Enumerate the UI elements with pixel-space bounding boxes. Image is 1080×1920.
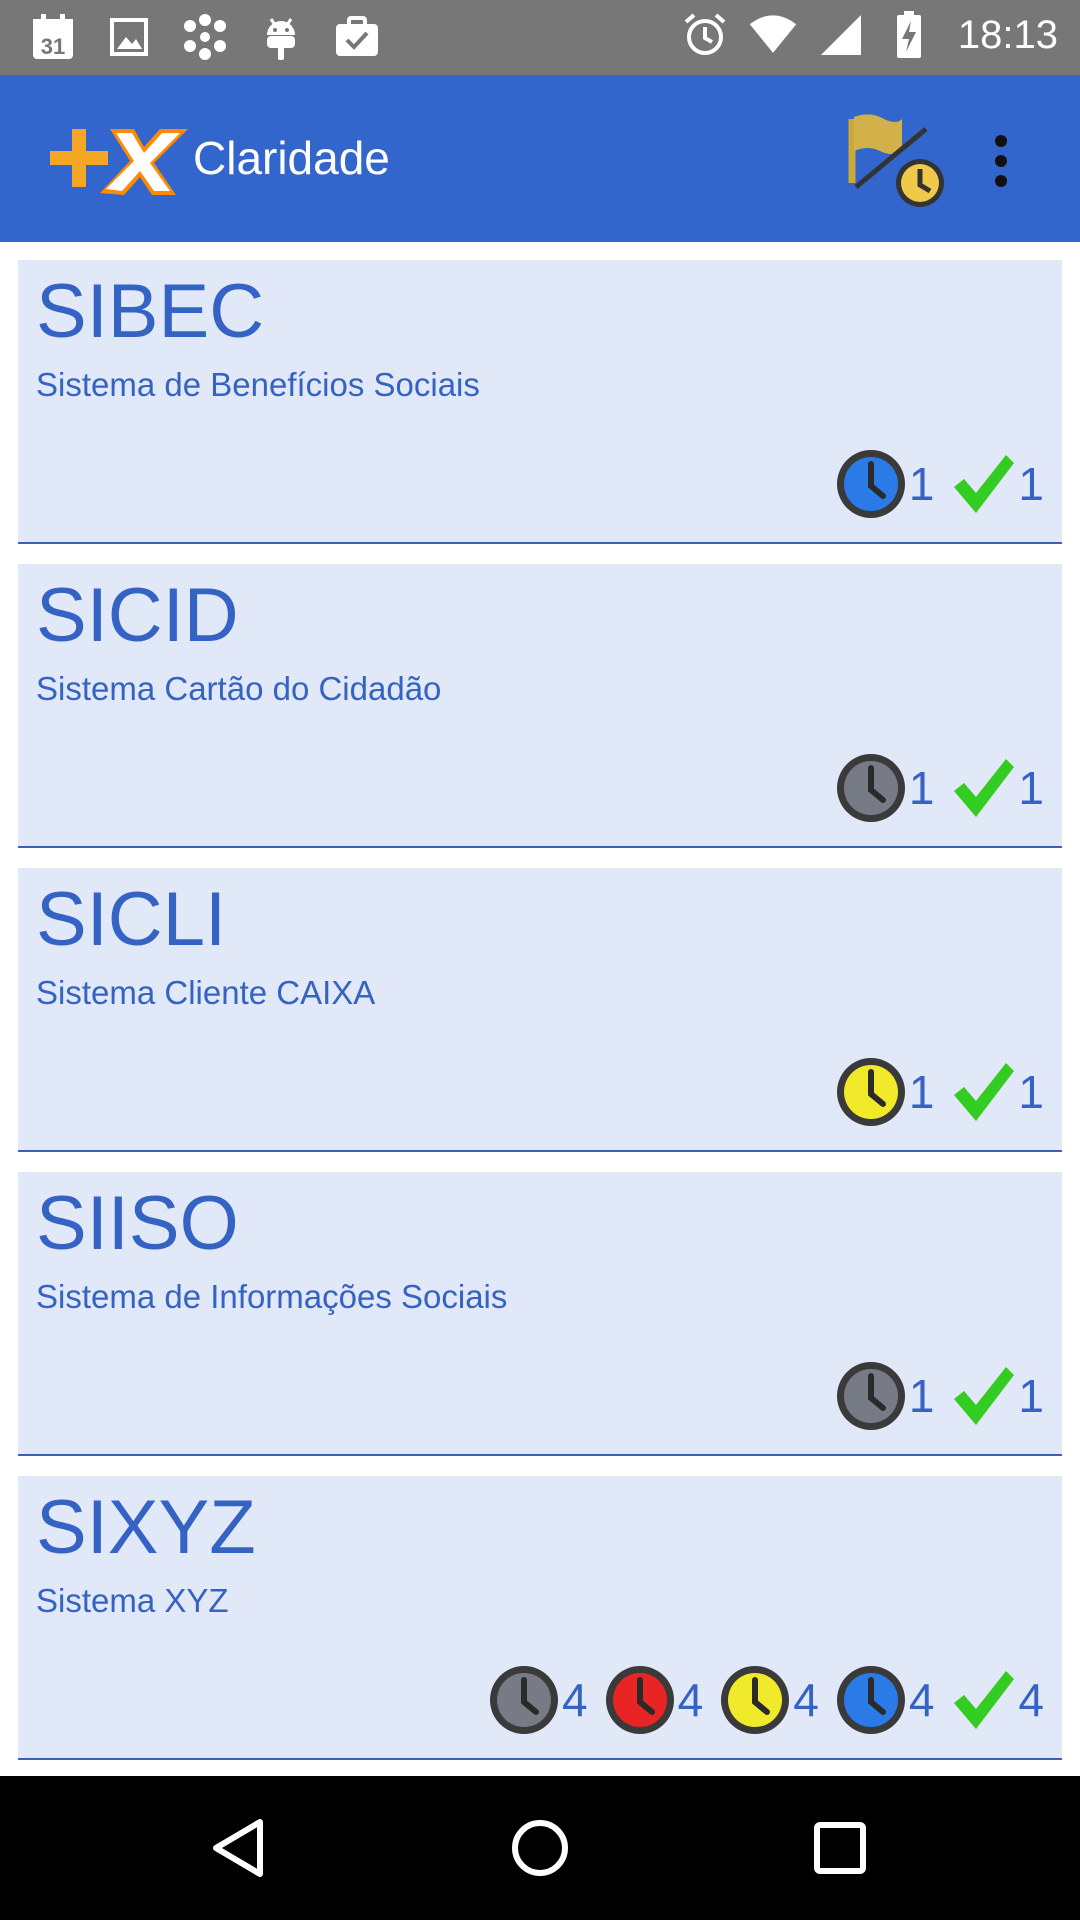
wifi-icon: [748, 10, 798, 60]
flag-clock-icon: [848, 114, 944, 207]
status-badge: 1: [950, 451, 1044, 517]
flag-clock-button[interactable]: [846, 109, 952, 213]
system-code: SICID: [36, 573, 239, 658]
badge-count: 1: [1018, 1066, 1044, 1118]
clock-gray-icon: [835, 1360, 907, 1432]
check-icon: [950, 1363, 1016, 1429]
badge-count: 1: [908, 1066, 935, 1118]
system-name: Sistema XYZ: [36, 1582, 229, 1619]
status-time: 18:13: [957, 12, 1058, 57]
status-badges: 11: [819, 752, 1044, 824]
status-badges: 4 4 4 4 4: [472, 1664, 1044, 1736]
status-badges: 11: [819, 1056, 1044, 1128]
overflow-dot: [995, 155, 1007, 167]
status-badge: 4: [950, 1667, 1044, 1733]
status-badge: 4: [488, 1664, 588, 1736]
clock-yellow-icon: [835, 1056, 907, 1128]
badge-count: 1: [1018, 762, 1044, 814]
clock-blue-icon: [835, 448, 907, 520]
system-code: SIISO: [36, 1181, 239, 1266]
home-icon: [512, 1820, 568, 1876]
status-badges: 11: [819, 448, 1044, 520]
app-title: Claridade: [193, 132, 390, 184]
check-icon: [950, 1667, 1016, 1733]
badge-count: 4: [908, 1674, 935, 1726]
calendar-day: 31: [41, 34, 65, 59]
system-code: SIXYZ: [36, 1485, 256, 1570]
overflow-menu-button[interactable]: [986, 129, 1016, 201]
system-name: Sistema de Informações Sociais: [36, 1278, 508, 1315]
status-badge: 1: [950, 1363, 1044, 1429]
system-name: Sistema de Benefícios Sociais: [36, 366, 480, 403]
status-badge: 4: [719, 1664, 819, 1736]
clock-gray-icon: [488, 1664, 560, 1736]
systems-list: SIBEC Sistema de Benefícios Sociais 1 1 SICI…: [18, 260, 1062, 1760]
check-icon: [950, 755, 1016, 821]
system-card[interactable]: SIXYZ Sistema XYZ 4 4 4 4 4: [18, 1476, 1062, 1760]
check-icon: [950, 451, 1016, 517]
overflow-dot: [995, 135, 1007, 147]
system-name: Sistema Cartão do Cidadão: [36, 670, 442, 707]
clock-red-icon: [604, 1664, 676, 1736]
status-badge: 1: [835, 752, 935, 824]
system-name: Sistema Cliente CAIXA: [36, 974, 376, 1011]
recents-button[interactable]: [808, 1816, 872, 1880]
status-badge: 1: [835, 448, 935, 520]
system-code: SICLI: [36, 877, 227, 962]
status-badge: 1: [950, 755, 1044, 821]
back-button[interactable]: [208, 1816, 272, 1880]
navigation-bar: [0, 1776, 1080, 1920]
status-badge: 4: [604, 1664, 704, 1736]
status-badge: 1: [950, 1059, 1044, 1125]
system-code: SIBEC: [36, 269, 265, 354]
app-bar: Claridade: [0, 75, 1080, 242]
badge-count: 1: [908, 458, 935, 510]
clock-blue-icon: [835, 1664, 907, 1736]
calendar-icon: 31: [28, 12, 78, 62]
signal-icon: [816, 10, 866, 60]
image-icon: [104, 12, 154, 62]
clock-yellow-icon: [719, 1664, 791, 1736]
clock-gray-icon: [835, 752, 907, 824]
badge-count: 4: [1018, 1674, 1044, 1726]
badge-count: 1: [908, 1370, 935, 1422]
badge-count: 1: [1018, 1370, 1044, 1422]
alarm-icon: [680, 10, 730, 60]
status-badge: 4: [835, 1664, 935, 1736]
android-icon: [256, 12, 306, 62]
system-card[interactable]: SIBEC Sistema de Benefícios Sociais 1 1: [18, 260, 1062, 544]
badge-count: 1: [908, 762, 935, 814]
system-card[interactable]: SICID Sistema Cartão do Cidadão 1 1: [18, 564, 1062, 848]
recents-icon: [814, 1822, 866, 1874]
home-button[interactable]: [508, 1816, 572, 1880]
overflow-dot: [995, 175, 1007, 187]
status-badge: 1: [835, 1056, 935, 1128]
briefcase-check-icon: [332, 12, 382, 62]
badge-count: 1: [1018, 458, 1044, 510]
badge-count: 4: [562, 1674, 588, 1726]
battery-charging-icon: [884, 10, 934, 60]
status-bar: 31 18:13: [0, 0, 1080, 75]
check-icon: [950, 1059, 1016, 1125]
system-card[interactable]: SIISO Sistema de Informações Sociais 1 1: [18, 1172, 1062, 1456]
status-badge: 1: [835, 1360, 935, 1432]
badge-count: 4: [677, 1674, 704, 1726]
app-logo-icon: [48, 123, 190, 199]
badge-count: 4: [793, 1674, 819, 1726]
dots-icon: [180, 12, 230, 62]
status-badges: 11: [819, 1360, 1044, 1432]
system-card[interactable]: SICLI Sistema Cliente CAIXA 1 1: [18, 868, 1062, 1152]
back-icon: [213, 1819, 263, 1877]
